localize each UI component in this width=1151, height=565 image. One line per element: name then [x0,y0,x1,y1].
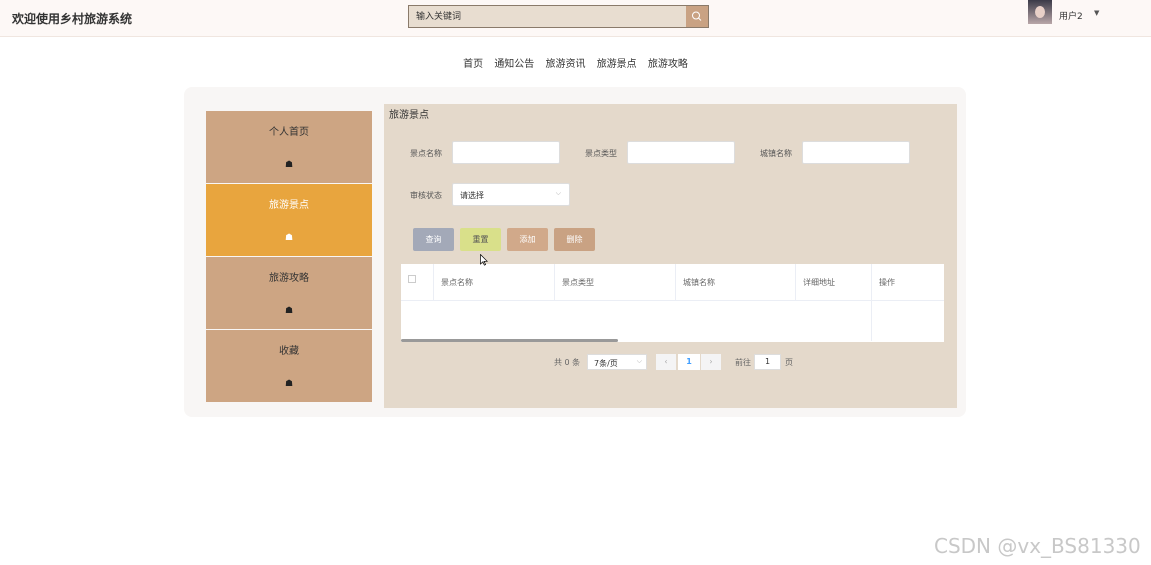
home-icon: ☗ [284,306,294,316]
select-all-cell [401,264,434,301]
sidebar-item-favorites[interactable]: 收藏 ☗ [206,330,372,402]
next-page-button[interactable]: › [701,354,721,370]
page-number-current[interactable]: 1 [678,354,700,370]
watermark: CSDN @vx_BS81330 [934,534,1141,558]
sidebar: 个人首页 ☗ 旅游景点 ☗ 旅游攻略 ☗ 收藏 ☗ [206,111,372,402]
add-button[interactable]: 添加 [507,228,548,251]
home-icon: ☗ [284,379,294,389]
chevron-down-icon: ⌵ [555,189,561,197]
home-icon: ☗ [284,233,294,243]
search-input[interactable] [409,6,686,27]
sidebar-item-label: 个人首页 [269,127,309,138]
audit-status-value: 请选择 [460,191,484,200]
page-suffix: 页 [785,358,793,367]
page-size-select[interactable]: 7条/页 ⌵ [587,354,647,370]
mouse-cursor-icon [480,254,488,266]
username[interactable]: 用户2 [1059,9,1083,22]
scenic-type-input[interactable] [627,141,735,164]
select-all-checkbox[interactable] [408,275,416,283]
nav-item-scenic[interactable]: 旅游景点 [597,55,637,70]
reset-button[interactable]: 重置 [460,228,501,251]
delete-button[interactable]: 删除 [554,228,595,251]
scenic-type-label: 景点类型 [585,149,617,158]
scenic-name-input[interactable] [452,141,560,164]
sidebar-item-scenic[interactable]: 旅游景点 ☗ [206,184,372,256]
audit-status-label: 审核状态 [410,191,442,200]
horizontal-scrollbar[interactable] [401,339,618,342]
top-bar: 欢迎使用乡村旅游系统 用户2 ▼ [0,0,1151,37]
nav-item-news[interactable]: 旅游资讯 [546,55,586,70]
scenic-name-label: 景点名称 [410,149,442,158]
page-title: 旅游景点 [389,110,429,121]
town-name-input[interactable] [802,141,910,164]
column-header: 景点名称 [434,264,555,301]
sidebar-item-personal-home[interactable]: 个人首页 ☗ [206,111,372,183]
goto-label: 前往 [735,358,751,367]
chevron-down-icon[interactable]: ▼ [1094,9,1099,17]
column-header: 城镇名称 [676,264,796,301]
nav-item-notice[interactable]: 通知公告 [494,55,534,70]
avatar[interactable] [1028,0,1052,24]
town-name-label: 城镇名称 [760,149,792,158]
prev-page-button[interactable]: ‹ [656,354,676,370]
home-icon: ☗ [284,160,294,170]
column-header: 详细地址 [796,264,872,301]
sidebar-item-label: 旅游景点 [269,200,309,211]
chevron-down-icon: ⌵ [636,357,642,365]
nav-item-guide[interactable]: 旅游攻略 [648,55,688,70]
nav-item-home[interactable]: 首页 [463,55,483,70]
sidebar-item-label: 收藏 [279,346,299,357]
search-box [408,5,709,28]
query-button[interactable]: 查询 [413,228,454,251]
column-header: 操作 [879,278,895,287]
data-table: 景点名称 景点类型 城镇名称 详细地址 操作 [401,264,944,342]
audit-status-select[interactable]: 请选择 ⌵ [452,183,570,206]
site-title: 欢迎使用乡村旅游系统 [12,12,133,26]
goto-page-input[interactable]: 1 [754,354,781,370]
sidebar-item-label: 旅游攻略 [269,273,309,284]
main-nav: 首页 通知公告 旅游资讯 旅游景点 旅游攻略 [0,55,1151,70]
column-header: 景点类型 [555,264,676,301]
table-header: 景点名称 景点类型 城镇名称 详细地址 操作 [401,264,944,301]
total-count: 共 0 条 [554,358,581,367]
search-icon [692,11,702,21]
column-divider [871,301,872,341]
search-button[interactable] [686,6,708,27]
page-size-value: 7条/页 [594,359,618,368]
sidebar-item-guide[interactable]: 旅游攻略 ☗ [206,257,372,329]
